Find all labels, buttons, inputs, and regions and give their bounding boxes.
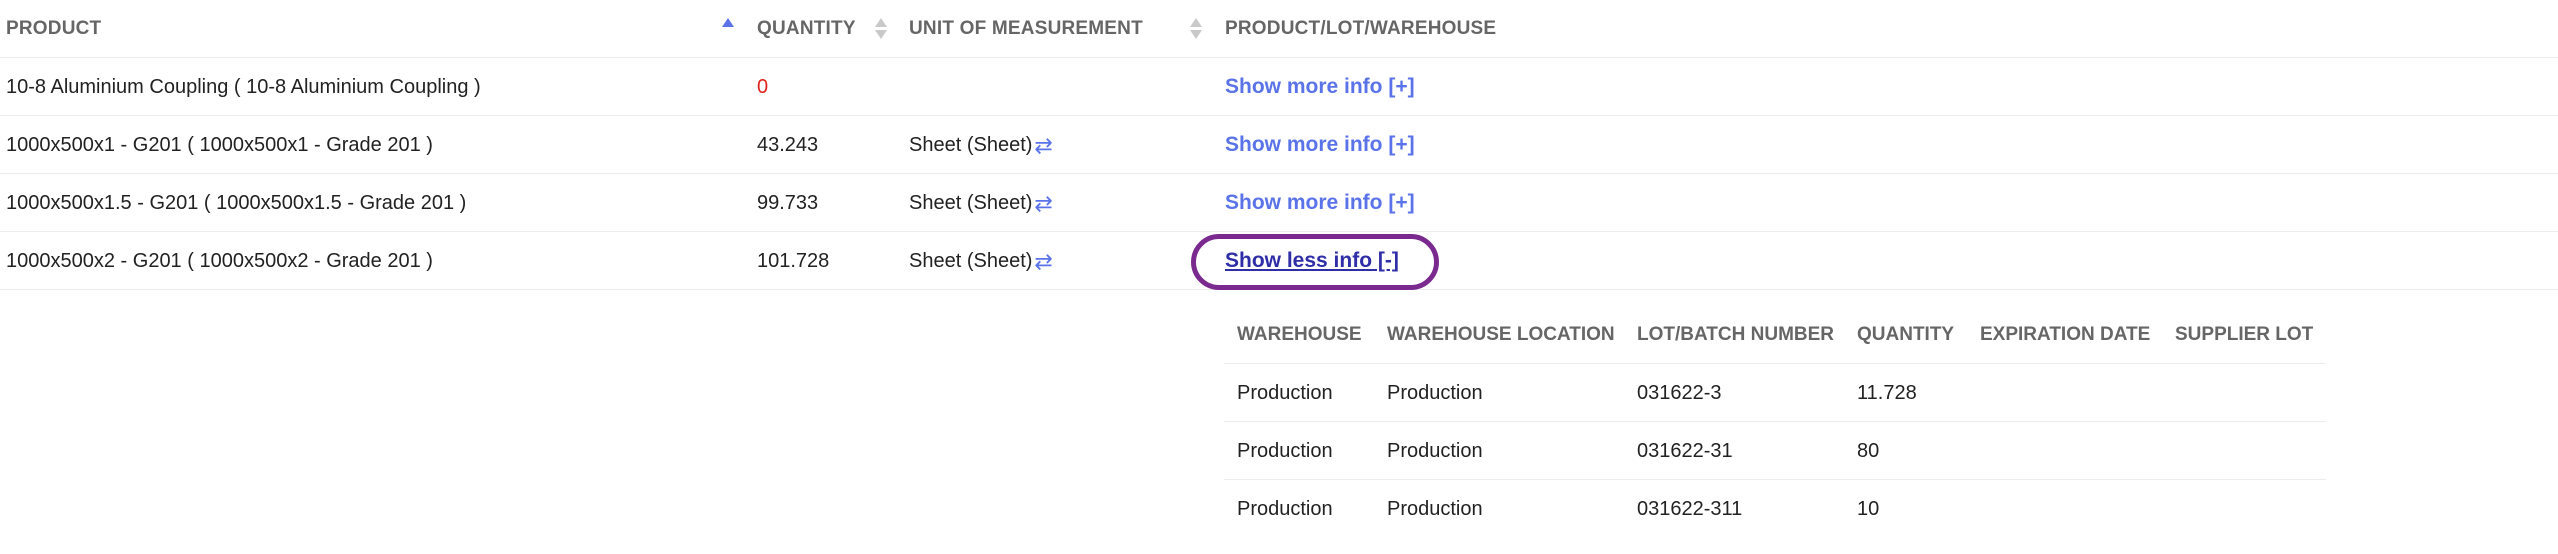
detail-header-supplier-lot: SUPPLIER LOT xyxy=(2175,324,2314,345)
uom-cell: Sheet (Sheet)⇄ xyxy=(909,116,1053,174)
uom-value: Sheet (Sheet) xyxy=(909,134,1033,156)
sort-icon[interactable] xyxy=(875,18,887,40)
table-header: PRODUCT QUANTITY UNIT OF MEASUREMENT PRO… xyxy=(0,0,2558,58)
column-header-uom[interactable]: UNIT OF MEASUREMENT xyxy=(909,0,1143,58)
detail-header-quantity: QUANTITY xyxy=(1857,324,1955,345)
detail-quantity: 10 xyxy=(1857,498,1880,520)
product-name: 1000x500x1 - G201 ( 1000x500x1 - Grade 2… xyxy=(6,134,433,156)
show-less-info-label[interactable]: Show less info [-] xyxy=(1225,249,1399,272)
quantity-value: 43.243 xyxy=(757,134,819,156)
detail-table-row: Production Production 031622-311 10 xyxy=(1224,480,2326,538)
product-name: 1000x500x1.5 - G201 ( 1000x500x1.5 - Gra… xyxy=(6,192,467,214)
detail-quantity: 11.728 xyxy=(1857,382,1917,404)
swap-arrows-icon[interactable]: ⇄ xyxy=(1034,134,1052,157)
table-row: 10-8 Aluminium Coupling ( 10-8 Aluminium… xyxy=(0,58,2558,116)
show-more-info-link[interactable]: Show more info [+] xyxy=(1225,174,1415,232)
table-row: 1000x500x1 - G201 ( 1000x500x1 - Grade 2… xyxy=(0,116,2558,174)
detail-table-header: WAREHOUSE WAREHOUSE LOCATION LOT/BATCH N… xyxy=(1224,306,2326,364)
show-more-info-label[interactable]: Show more info [+] xyxy=(1225,75,1415,98)
detail-lot: 031622-31 xyxy=(1637,440,1733,462)
detail-lot: 031622-311 xyxy=(1637,498,1743,520)
show-more-info-link[interactable]: Show more info [+] xyxy=(1225,58,1415,116)
detail-header-expiration-date: EXPIRATION DATE xyxy=(1980,324,2151,345)
column-header-product[interactable]: PRODUCT xyxy=(6,0,101,58)
product-name: 10-8 Aluminium Coupling ( 10-8 Aluminium… xyxy=(6,76,481,98)
swap-arrows-icon[interactable]: ⇄ xyxy=(1034,250,1052,273)
detail-header-warehouse-location: WAREHOUSE LOCATION xyxy=(1387,324,1615,345)
sort-icon[interactable] xyxy=(722,18,734,40)
detail-location: Production xyxy=(1387,382,1483,404)
column-header-quantity[interactable]: QUANTITY xyxy=(757,0,856,58)
detail-location: Production xyxy=(1387,498,1483,520)
column-header-product-lot-warehouse: PRODUCT/LOT/WAREHOUSE xyxy=(1225,18,1497,39)
table-row: 1000x500x1.5 - G201 ( 1000x500x1.5 - Gra… xyxy=(0,174,2558,232)
show-more-info-label[interactable]: Show more info [+] xyxy=(1225,191,1415,214)
show-more-info-link[interactable]: Show more info [+] xyxy=(1225,116,1415,174)
detail-table-row: Production Production 031622-31 80 xyxy=(1224,422,2326,480)
detail-lot: 031622-3 xyxy=(1637,382,1722,404)
detail-header-lot-batch-number: LOT/BATCH NUMBER xyxy=(1637,324,1835,345)
quantity-value: 0 xyxy=(757,76,769,98)
detail-warehouse: Production xyxy=(1237,440,1333,462)
detail-quantity: 80 xyxy=(1857,440,1880,462)
detail-location: Production xyxy=(1387,440,1483,462)
show-more-info-label[interactable]: Show more info [+] xyxy=(1225,133,1415,156)
uom-cell: Sheet (Sheet)⇄ xyxy=(909,174,1053,232)
uom-value: Sheet (Sheet) xyxy=(909,250,1033,272)
detail-header-warehouse: WAREHOUSE xyxy=(1237,324,1362,345)
sort-icon[interactable] xyxy=(1190,18,1202,40)
show-less-info-link[interactable]: Show less info [-] xyxy=(1225,232,1399,290)
uom-value: Sheet (Sheet) xyxy=(909,192,1033,214)
detail-warehouse: Production xyxy=(1237,382,1333,404)
detail-warehouse: Production xyxy=(1237,498,1333,520)
uom-cell: Sheet (Sheet)⇄ xyxy=(909,232,1053,290)
table-row: 1000x500x2 - G201 ( 1000x500x2 - Grade 2… xyxy=(0,232,2558,290)
quantity-value: 99.733 xyxy=(757,192,819,214)
detail-table-row: Production Production 031622-3 11.728 xyxy=(1224,364,2326,422)
quantity-value: 101.728 xyxy=(757,250,830,272)
product-name: 1000x500x2 - G201 ( 1000x500x2 - Grade 2… xyxy=(6,250,433,272)
swap-arrows-icon[interactable]: ⇄ xyxy=(1034,192,1052,215)
